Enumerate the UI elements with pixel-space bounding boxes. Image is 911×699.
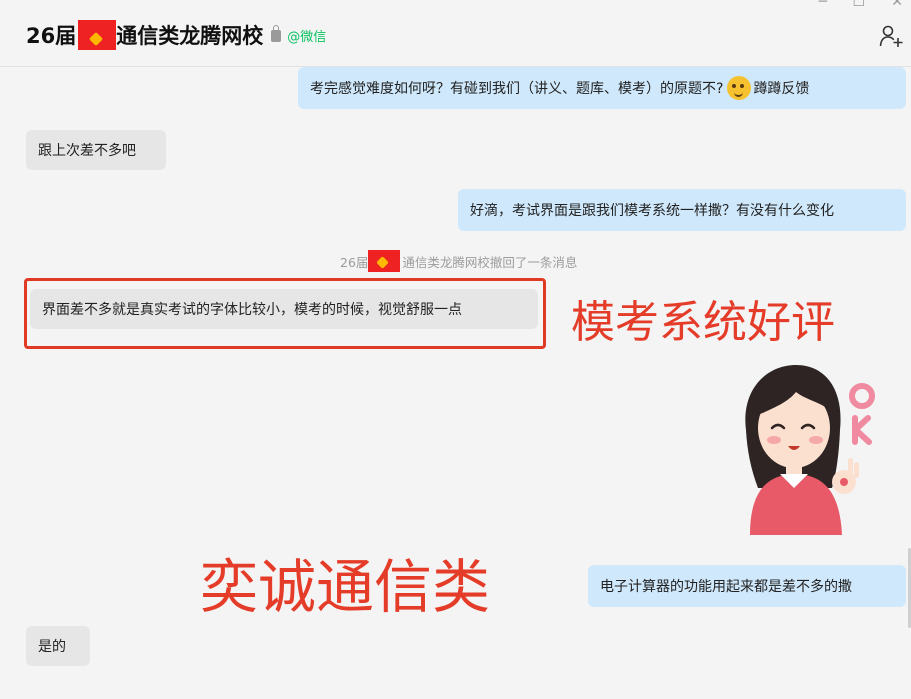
chat-header: ─ ☐ ✕ 26届 通信类龙腾网校 @微信 <box>0 0 911 66</box>
message-text: 考完感觉难度如何呀？有碰到我们（讲义、题库、模考）的原题不? <box>310 81 724 97</box>
close-icon[interactable]: ✕ <box>891 0 903 10</box>
message-text: 好滴，考试界面是跟我们模考系统一样撒？有没有什么变化 <box>470 203 834 219</box>
recall-prefix: 26届 <box>340 254 369 270</box>
redaction-mark <box>368 250 401 272</box>
add-user-icon[interactable] <box>879 24 903 48</box>
annotation-brand: 奕诚通信类 <box>200 553 491 621</box>
maximize-icon[interactable]: ☐ <box>852 0 865 10</box>
annotation-headline: 模考系统好评 <box>571 297 835 348</box>
message-bubble-me[interactable]: 电子计算器的功能用起来都是差不多的撒 <box>588 565 906 607</box>
lock-icon <box>271 25 282 42</box>
emoji-caption: 蹲蹲反馈 <box>753 81 810 97</box>
message-bubble-me[interactable]: 好滴，考试界面是跟我们模考系统一样撒？有没有什么变化 <box>458 189 906 231</box>
message-bubble-other[interactable]: 是的 <box>26 626 90 666</box>
redaction-mark <box>78 20 117 50</box>
squat-emoji-icon <box>727 76 752 100</box>
message-bubble-me[interactable]: 考完感觉难度如何呀？有碰到我们（讲义、题库、模考）的原题不? 蹲蹲反馈 <box>298 67 906 109</box>
chat-title: 26届 通信类龙腾网校 @微信 <box>26 20 326 50</box>
message-bubble-other[interactable]: 跟上次差不多吧 <box>26 130 166 170</box>
platform-tag: @微信 <box>287 29 327 45</box>
girl-ok-sticker-icon <box>745 365 875 535</box>
recall-notice: 26届 通信类龙腾网校撤回了一条消息 <box>340 250 577 272</box>
chat-title-prefix: 26届 <box>26 24 77 48</box>
recall-suffix: 通信类龙腾网校撤回了一条消息 <box>402 254 578 270</box>
chat-title-suffix: 通信类龙腾网校 <box>116 24 264 48</box>
message-text: 是的 <box>38 639 66 655</box>
message-text: 跟上次差不多吧 <box>38 143 136 159</box>
window-controls: ─ ☐ ✕ <box>791 0 911 12</box>
minimize-icon[interactable]: ─ <box>819 0 827 10</box>
highlight-box <box>24 278 546 349</box>
message-text: 电子计算器的功能用起来都是差不多的撒 <box>600 579 852 595</box>
